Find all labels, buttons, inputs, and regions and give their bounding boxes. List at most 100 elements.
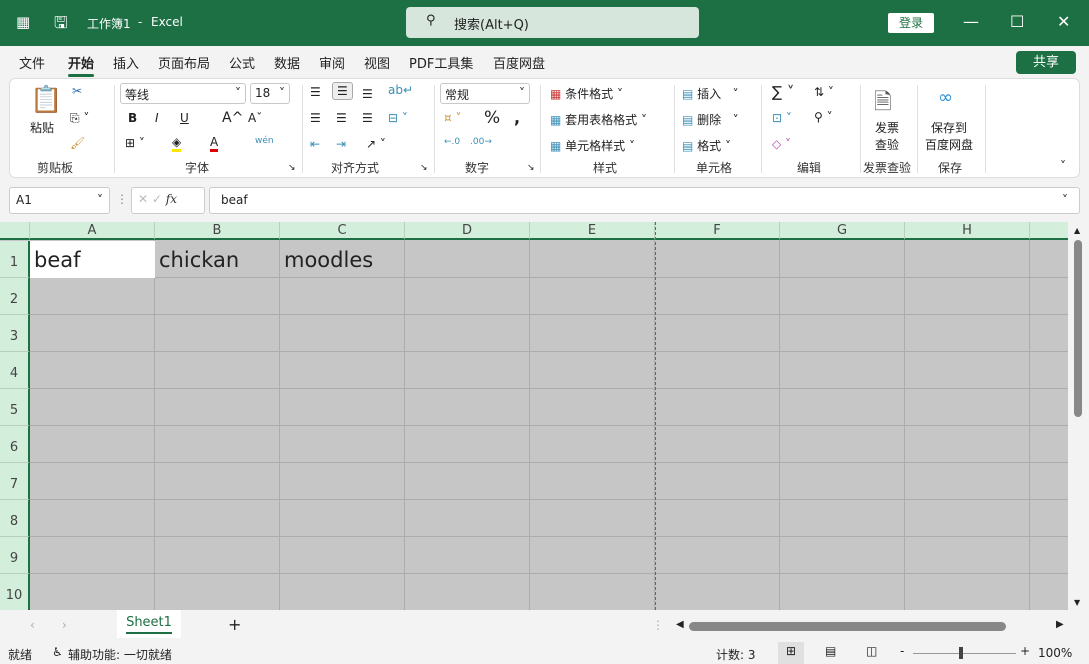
orientation-icon[interactable]: ↗ ˅ xyxy=(366,137,386,151)
tab-formulas[interactable]: 公式 xyxy=(229,53,255,72)
paste-button[interactable]: 粘贴 xyxy=(30,119,54,136)
column-header-a[interactable]: A xyxy=(30,222,155,240)
insert-function-button[interactable]: fx xyxy=(166,192,177,206)
alignment-dialog-launcher-icon[interactable]: ↘ xyxy=(420,163,428,173)
scroll-right-icon[interactable]: ▶ xyxy=(1056,619,1064,630)
cancel-icon[interactable]: ✕ xyxy=(138,192,148,206)
cell-c1[interactable]: moodles xyxy=(280,242,373,272)
delete-cells-button[interactable]: ▤ 删除 ˅ xyxy=(682,111,739,128)
tab-view[interactable]: 视图 xyxy=(364,53,390,72)
align-right-icon[interactable]: ☰ xyxy=(362,111,373,125)
merge-center-icon[interactable]: ⊟ ˅ xyxy=(388,111,408,125)
row-header-1[interactable]: 1 xyxy=(0,241,30,278)
sheet-tab-sheet1[interactable]: Sheet1 xyxy=(117,610,181,638)
scroll-up-icon[interactable]: ▲ xyxy=(1074,226,1080,235)
cut-icon[interactable]: ✂ xyxy=(72,84,82,98)
align-left-icon[interactable]: ☰ xyxy=(310,111,321,125)
number-format-select[interactable]: 常规 ˅ xyxy=(440,83,530,104)
column-header-i[interactable] xyxy=(1030,222,1068,240)
decrease-decimal-icon[interactable]: .00→ xyxy=(470,137,492,147)
add-sheet-button[interactable]: + xyxy=(228,615,241,634)
column-header-h[interactable]: H xyxy=(905,222,1030,240)
tab-split-handle[interactable]: ⋮ xyxy=(652,618,664,632)
tab-home[interactable]: 开始 xyxy=(68,53,95,77)
zoom-in-icon[interactable]: + xyxy=(1020,644,1030,658)
font-color-icon[interactable]: A xyxy=(210,135,219,152)
decrease-font-button[interactable]: Aˇ xyxy=(248,111,262,125)
decrease-indent-icon[interactable]: ⇤ xyxy=(310,137,320,151)
next-sheet-icon[interactable]: › xyxy=(62,618,67,632)
baidu-netdisk-icon[interactable]: ∞ xyxy=(938,87,953,108)
column-header-c[interactable]: C xyxy=(280,222,405,240)
row-header-9[interactable]: 9 xyxy=(0,537,30,574)
zoom-out-icon[interactable]: - xyxy=(900,644,904,658)
column-header-e[interactable]: E xyxy=(530,222,655,240)
column-header-b[interactable]: B xyxy=(155,222,280,240)
insert-cells-button[interactable]: ▤ 插入 ˅ xyxy=(682,85,739,102)
align-middle-icon[interactable]: ☰ xyxy=(332,82,353,100)
paste-icon[interactable]: 📋 xyxy=(30,85,62,115)
italic-button[interactable]: I xyxy=(155,111,159,125)
close-icon[interactable]: ✕ xyxy=(1057,12,1070,31)
accessibility-icon[interactable]: ♿ xyxy=(52,645,63,659)
font-name-select[interactable]: 等线 ˅ xyxy=(120,83,246,104)
format-cells-button[interactable]: ▤ 格式 ˅ xyxy=(682,137,731,154)
align-top-icon[interactable]: ☰ xyxy=(310,85,321,99)
format-painter-icon[interactable]: 🖌 xyxy=(70,136,85,150)
phonetic-icon[interactable]: wén xyxy=(255,136,274,146)
ribbon-collapse-icon[interactable]: ˅ xyxy=(1060,159,1066,173)
tab-baidu-netdisk[interactable]: 百度网盘 xyxy=(493,53,545,72)
login-button[interactable]: 登录 xyxy=(888,13,934,33)
column-header-d[interactable]: D xyxy=(405,222,530,240)
font-size-select[interactable]: 18 ˅ xyxy=(250,83,290,104)
column-header-g[interactable]: G xyxy=(780,222,905,240)
autosum-icon[interactable]: ∑ ˅ xyxy=(772,83,794,101)
select-all-corner[interactable] xyxy=(0,222,30,240)
cell-a1[interactable]: beaf xyxy=(30,242,81,272)
copy-icon[interactable]: ⎘ ˅ xyxy=(70,111,89,126)
row-header-4[interactable]: 4 xyxy=(0,352,30,389)
prev-sheet-icon[interactable]: ‹ xyxy=(30,618,35,632)
currency-icon[interactable]: ¤ ˅ xyxy=(444,111,461,125)
increase-decimal-icon[interactable]: ←.0 xyxy=(444,137,460,147)
row-header-6[interactable]: 6 xyxy=(0,426,30,463)
wrap-text-icon[interactable]: ab↵ xyxy=(388,83,413,97)
number-dialog-launcher-icon[interactable]: ↘ xyxy=(527,163,535,173)
share-button[interactable]: 共享 xyxy=(1016,51,1076,74)
invoice-check-button[interactable]: 发票 查验 xyxy=(875,119,899,153)
format-as-table-button[interactable]: ▦ 套用表格格式 ˅ xyxy=(550,111,647,128)
row-header-8[interactable]: 8 xyxy=(0,500,30,537)
vertical-scroll-thumb[interactable] xyxy=(1074,240,1082,417)
name-box[interactable]: A1 ˅ xyxy=(9,187,110,214)
underline-button[interactable]: U xyxy=(180,111,189,125)
tab-file[interactable]: 文件 xyxy=(19,53,45,72)
tab-insert[interactable]: 插入 xyxy=(113,53,139,72)
row-header-7[interactable]: 7 xyxy=(0,463,30,500)
font-dialog-launcher-icon[interactable]: ↘ xyxy=(288,163,296,173)
accessibility-status[interactable]: 辅助功能: 一切就绪 xyxy=(68,646,172,663)
row-header-10[interactable]: 10 xyxy=(0,574,30,610)
align-center-icon[interactable]: ☰ xyxy=(336,111,347,125)
column-header-f[interactable]: F xyxy=(655,222,780,240)
comma-icon[interactable]: , xyxy=(514,108,520,127)
minimize-icon[interactable]: — xyxy=(963,12,979,31)
page-layout-view-icon[interactable]: ▤ xyxy=(825,644,836,658)
scroll-down-icon[interactable]: ▼ xyxy=(1074,598,1080,607)
page-break-view-icon[interactable]: ◫ xyxy=(866,644,877,658)
invoice-check-icon[interactable]: 🗎 xyxy=(874,85,892,123)
bold-button[interactable]: B xyxy=(128,111,137,125)
horizontal-scroll-thumb[interactable] xyxy=(689,622,1006,631)
tab-pdf-tools[interactable]: PDF工具集 xyxy=(409,53,473,72)
fill-icon[interactable]: ⊡ ˅ xyxy=(772,111,792,125)
align-bottom-icon[interactable]: ☰ xyxy=(362,87,373,101)
zoom-level[interactable]: 100% xyxy=(1038,646,1072,660)
enter-icon[interactable]: ✓ xyxy=(152,192,162,206)
row-header-3[interactable]: 3 xyxy=(0,315,30,352)
row-header-2[interactable]: 2 xyxy=(0,278,30,315)
sort-filter-icon[interactable]: ⇅ ˅ xyxy=(814,85,834,99)
search-box[interactable]: ⚲ 搜索(Alt+Q) xyxy=(406,7,699,38)
find-icon[interactable]: ⚲ ˅ xyxy=(814,110,833,124)
worksheet-grid[interactable]: A B C D E F G H 1 2 3 4 5 6 7 8 9 10 beaf chickan moodles xyxy=(0,222,1068,610)
tab-data[interactable]: 数据 xyxy=(274,53,300,72)
save-icon[interactable]: 🖫 xyxy=(54,12,68,39)
